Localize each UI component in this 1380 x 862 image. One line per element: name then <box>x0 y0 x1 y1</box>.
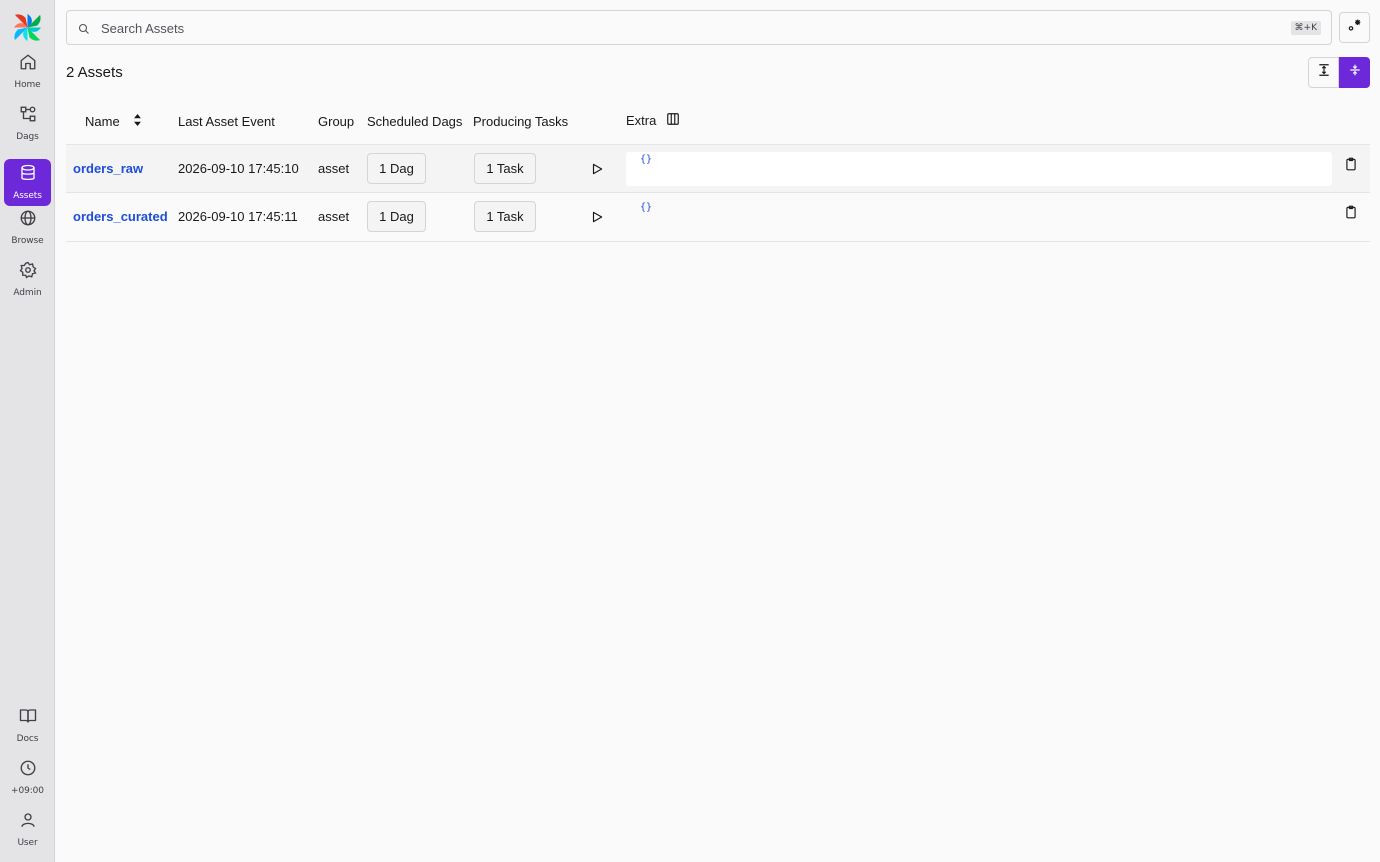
extra-json-box: {} <box>626 200 1332 234</box>
search-bar[interactable]: ⌘+K <box>66 10 1332 45</box>
dags-icon <box>19 105 37 128</box>
shortcut-badge: ⌘+K <box>1290 21 1321 35</box>
column-header-label: Scheduled Dags <box>367 113 463 129</box>
column-header-extra: Extra <box>626 112 680 128</box>
column-header-label: Group <box>318 113 355 129</box>
user-icon <box>19 811 37 834</box>
theme-toggle-button[interactable] <box>1339 12 1370 43</box>
search-icon <box>78 22 90 34</box>
sidebar-item-browse[interactable]: Browse <box>4 204 51 251</box>
column-header-label: Producing Tasks <box>473 113 569 129</box>
last-asset-event: 2026-09-10 17:45:11 <box>178 209 298 224</box>
home-icon <box>19 53 37 76</box>
producing-tasks-button[interactable]: 1 Task <box>474 153 536 184</box>
column-header-producing-tasks: Producing Tasks <box>473 113 568 129</box>
asset-name-link[interactable]: orders_raw <box>73 161 143 176</box>
last-asset-event: 2026-09-10 17:45:10 <box>178 161 299 176</box>
sidebar-item-dags[interactable]: Dags <box>4 100 51 147</box>
group-value: asset <box>318 161 350 176</box>
column-header-name[interactable]: Name <box>85 113 142 129</box>
extra-json-box: {} <box>626 152 1332 186</box>
column-header-label: Last Asset Event <box>178 113 275 129</box>
book-icon <box>19 707 37 730</box>
sort-icon[interactable] <box>133 113 142 129</box>
sidebar-item-timezone[interactable]: +09:00 <box>4 754 51 801</box>
sidebar-item-label: +09:00 <box>11 786 44 796</box>
sidebar-item-label: Dags <box>16 132 39 142</box>
collapse-rows-button[interactable] <box>1339 57 1370 88</box>
expand-vertical-icon <box>1317 63 1331 82</box>
clipboard-icon[interactable] <box>1344 157 1358 171</box>
theme-icon <box>1347 17 1363 38</box>
column-header-scheduled-dags: Scheduled Dags <box>367 113 462 129</box>
sidebar-item-label: Docs <box>16 734 39 744</box>
page-title: 2 Assets <box>66 64 123 81</box>
collapse-vertical-icon <box>1348 63 1362 82</box>
sidebar-item-label: User <box>17 838 38 848</box>
sidebar-item-docs[interactable]: Docs <box>4 702 51 749</box>
sidebar-item-label: Home <box>14 80 41 90</box>
sidebar-item-home[interactable]: Home <box>4 48 51 95</box>
sidebar-item-label: Assets <box>13 191 42 201</box>
gear-icon <box>19 261 37 284</box>
scheduled-dags-button[interactable]: 1 Dag <box>367 201 426 232</box>
database-icon <box>19 164 37 187</box>
search-input[interactable] <box>101 17 1251 39</box>
table-row: orders_curated 2026-09-10 17:45:11 asset… <box>66 193 1370 242</box>
sidebar: Home Dags Assets Browse Admin Docs +09:0… <box>0 0 55 862</box>
expand-rows-button[interactable] <box>1308 57 1339 88</box>
producing-tasks-button[interactable]: 1 Task <box>474 201 536 232</box>
table-row: orders_raw 2026-09-10 17:45:10 asset 1 D… <box>66 144 1370 193</box>
group-value: asset <box>318 209 350 224</box>
row-density-toggle <box>1308 57 1370 88</box>
clipboard-icon[interactable] <box>1344 205 1358 219</box>
scheduled-dags-button[interactable]: 1 Dag <box>367 153 426 184</box>
extra-json: {} <box>640 202 653 213</box>
trigger-play-icon[interactable] <box>590 210 604 224</box>
extra-json: {} <box>640 154 653 165</box>
sidebar-item-assets[interactable]: Assets <box>4 159 51 206</box>
sidebar-item-label: Browse <box>11 236 44 246</box>
clock-icon <box>19 759 37 782</box>
column-header-last-asset-event: Last Asset Event <box>178 113 275 129</box>
column-header-group: Group <box>318 113 354 129</box>
sidebar-item-label: Admin <box>13 288 42 298</box>
sidebar-item-admin[interactable]: Admin <box>4 256 51 303</box>
asset-name-link[interactable]: orders_curated <box>73 209 168 224</box>
sidebar-item-user[interactable]: User <box>4 806 51 853</box>
column-header-label: Extra <box>626 112 657 128</box>
column-header-label: Name <box>85 113 120 129</box>
trigger-play-icon[interactable] <box>590 162 604 176</box>
globe-icon <box>19 209 37 232</box>
columns-icon[interactable] <box>666 112 680 129</box>
airflow-logo[interactable] <box>12 12 43 43</box>
